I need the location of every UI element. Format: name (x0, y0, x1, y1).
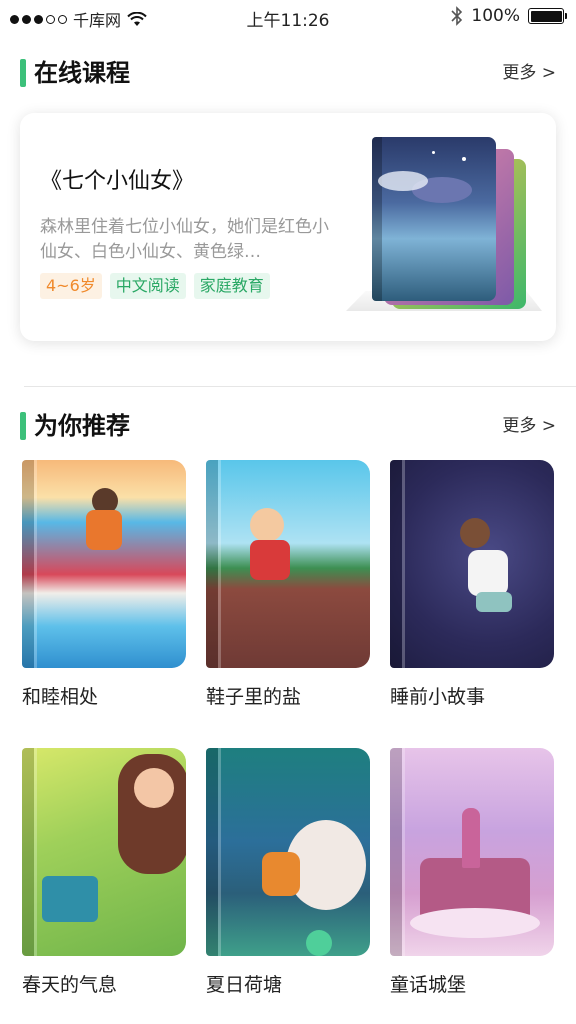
online-courses-header: 在线课程 更多 > (20, 57, 556, 91)
battery-fill (530, 10, 562, 22)
book-cover (22, 460, 186, 668)
course-tags: 4~6岁 中文阅读 家庭教育 (40, 273, 270, 299)
recommend-book-item[interactable]: 春天的气息 (22, 748, 186, 997)
book-title: 鞋子里的盐 (206, 686, 302, 708)
book-title: 和睦相处 (22, 686, 99, 708)
course-title: 《七个小仙女》 (40, 169, 195, 194)
course-book-stack (346, 131, 546, 321)
book-cover (390, 460, 554, 668)
recommendations-title: 为你推荐 (34, 412, 130, 440)
status-bar: 千库网 上午11:26 100% (0, 0, 576, 34)
status-right: 100% (451, 6, 567, 26)
online-courses-more-link[interactable]: 更多 > (502, 61, 556, 85)
book-title: 夏日荷塘 (206, 974, 283, 996)
section-divider (24, 386, 576, 387)
book-title: 童话城堡 (390, 974, 467, 996)
tag-family-education: 家庭教育 (193, 273, 270, 299)
bluetooth-icon (451, 6, 463, 26)
course-description: 森林里住着七位小仙女，她们是红色小仙女、白色小仙女、黄色绿… (40, 217, 329, 262)
recommend-book-item[interactable]: 鞋子里的盐 (206, 460, 370, 709)
book-cover (22, 748, 186, 956)
course-book-cover (372, 137, 496, 301)
recommend-book-item[interactable]: 童话城堡 (390, 748, 554, 997)
recommendations-more-link[interactable]: 更多 > (502, 414, 556, 438)
featured-course-card[interactable]: 《七个小仙女》 森林里住着七位小仙女，她们是红色小仙女、白色小仙女、黄色绿… 4… (20, 113, 556, 341)
book-title: 睡前小故事 (390, 686, 486, 708)
battery-percent: 100% (471, 6, 520, 26)
section-accent-bar (20, 59, 26, 87)
book-cover (390, 748, 554, 956)
book-cover (206, 748, 370, 956)
book-title: 春天的气息 (22, 974, 118, 996)
recommend-book-item[interactable]: 睡前小故事 (390, 460, 554, 709)
book-cover (206, 460, 370, 668)
recommend-book-item[interactable]: 和睦相处 (22, 460, 186, 709)
recommend-book-item[interactable]: 夏日荷塘 (206, 748, 370, 997)
battery-icon (528, 8, 567, 24)
online-courses-title: 在线课程 (34, 59, 130, 87)
recommendations-header: 为你推荐 更多 > (20, 410, 556, 444)
section-accent-bar (20, 412, 26, 440)
tag-age: 4~6岁 (40, 273, 102, 299)
tag-chinese-reading: 中文阅读 (109, 273, 186, 299)
